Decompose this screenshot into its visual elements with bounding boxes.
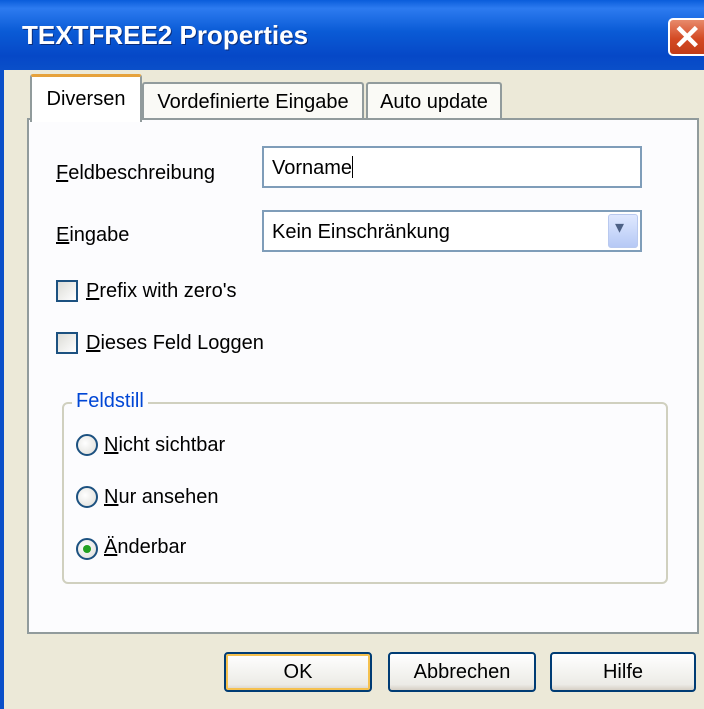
ok-button[interactable]: OK: [224, 652, 372, 692]
radio-editable[interactable]: [76, 538, 98, 560]
radio-not-visible[interactable]: [76, 434, 98, 456]
title-bar[interactable]: TEXTFREE2 Properties ✕: [0, 0, 704, 70]
dropdown-button[interactable]: ▾: [608, 214, 638, 248]
radio-view-only-label[interactable]: Nur ansehen: [104, 486, 219, 509]
description-value: Vorname: [272, 157, 353, 179]
label-rest: ingabe: [69, 224, 130, 246]
label-rest: refix with zero's: [99, 280, 237, 302]
tab-vordefinierte-eingabe[interactable]: Vordefinierte Eingabe: [142, 82, 364, 120]
window-title: TEXTFREE2 Properties: [22, 20, 309, 50]
button-label: Hilfe: [602, 660, 643, 683]
close-icon: ✕: [673, 19, 702, 57]
window-border: [0, 70, 4, 709]
description-field[interactable]: Vorname: [262, 146, 642, 188]
tab-label: Auto update: [380, 90, 488, 113]
cancel-button[interactable]: Abbrechen: [388, 652, 536, 692]
label-rest: nderbar: [117, 536, 187, 558]
close-button[interactable]: ✕: [668, 18, 704, 57]
mnemonic: Ä: [104, 536, 118, 558]
tab-label: Vordefinierte Eingabe: [157, 90, 349, 113]
radio-view-only[interactable]: [76, 486, 98, 508]
tab-diversen[interactable]: Diversen: [30, 74, 142, 122]
input-selected-value: Kein Einschränkung: [272, 221, 450, 243]
mnemonic: N: [104, 486, 119, 508]
prefix-zero-checkbox[interactable]: [56, 280, 78, 302]
chevron-down-icon: ▾: [615, 217, 625, 237]
mnemonic: E: [56, 224, 70, 246]
input-dropdown[interactable]: Kein Einschränkung ▾: [262, 210, 642, 252]
properties-dialog: TEXTFREE2 Properties ✕ Diversen Vordefin…: [0, 0, 704, 709]
label-rest: icht sichtbar: [118, 434, 226, 456]
label-rest: ieses Feld Loggen: [100, 332, 264, 354]
label-rest: ur ansehen: [118, 486, 219, 508]
prefix-zero-label[interactable]: Prefix with zero's: [86, 280, 237, 303]
log-field-label[interactable]: Dieses Feld Loggen: [86, 332, 264, 355]
mnemonic: D: [86, 332, 101, 354]
text-caret: [352, 156, 354, 178]
group-title: Feldstill: [72, 390, 148, 413]
input-label: Eingabe: [56, 224, 129, 247]
description-label: Feldbeschreibung: [56, 162, 215, 185]
radio-selected-dot: [83, 545, 91, 553]
button-label: OK: [283, 660, 313, 683]
mnemonic: P: [86, 280, 100, 302]
tab-auto-update[interactable]: Auto update: [366, 82, 502, 120]
tab-label: Diversen: [46, 88, 126, 110]
button-label: Abbrechen: [413, 660, 511, 683]
label-rest: eldbeschreibung: [68, 162, 215, 184]
help-button[interactable]: Hilfe: [550, 652, 696, 692]
log-field-checkbox[interactable]: [56, 332, 78, 354]
radio-editable-label[interactable]: Änderbar: [104, 536, 186, 559]
radio-not-visible-label[interactable]: Nicht sichtbar: [104, 434, 225, 457]
mnemonic: F: [56, 162, 69, 184]
mnemonic: N: [104, 434, 119, 456]
